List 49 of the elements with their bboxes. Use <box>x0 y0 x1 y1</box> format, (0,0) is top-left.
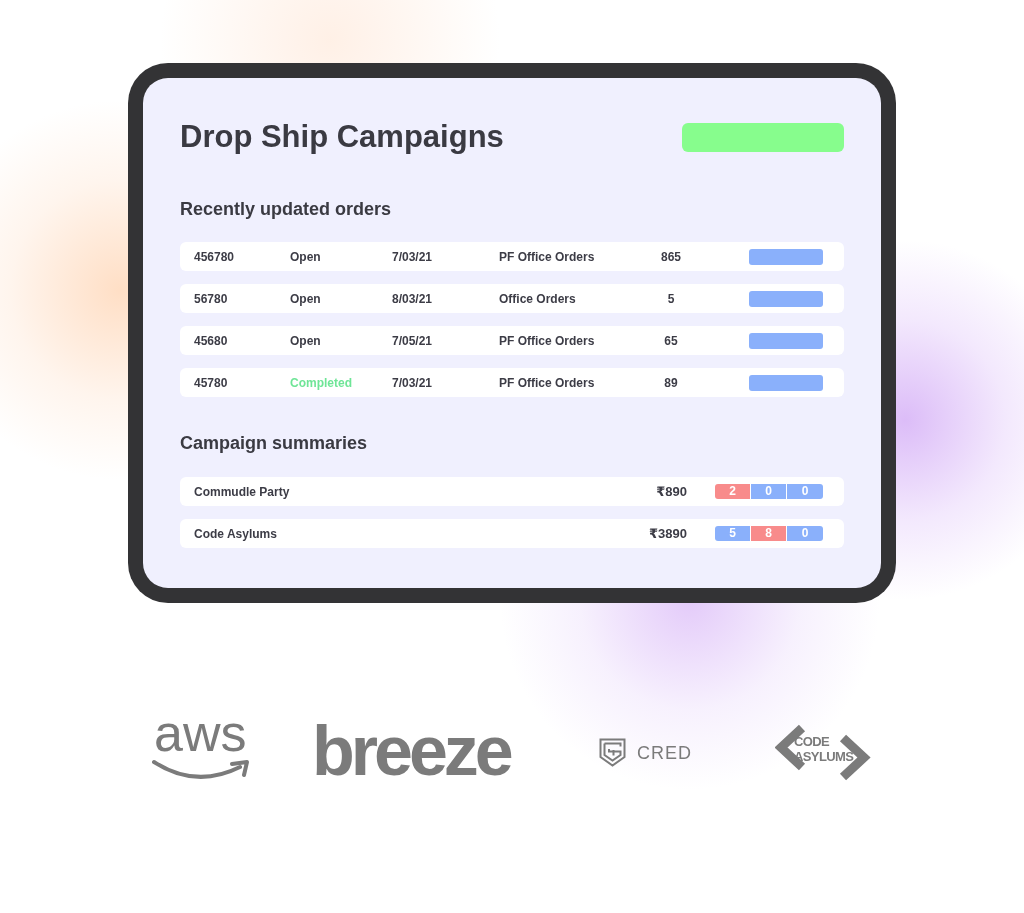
count-badge: 0 <box>787 526 823 541</box>
order-id: 45780 <box>194 375 228 390</box>
order-status: Open <box>290 333 321 348</box>
order-date: 7/03/21 <box>392 375 433 390</box>
order-name: PF Office Orders <box>499 333 595 348</box>
logo-wordmark: CRED <box>637 741 692 764</box>
order-row[interactable]: 56780 Open 8/03/21 Office Orders 5 <box>180 284 844 313</box>
order-row[interactable]: 45680 Open 7/05/21 PF Office Orders 65 <box>180 326 844 355</box>
order-name: PF Office Orders <box>499 375 595 390</box>
logo-wordmark: breeze <box>312 721 512 781</box>
campaign-name: Commudle Party <box>194 484 291 499</box>
order-count: 89 <box>664 375 678 390</box>
page-title: Drop Ship Campaigns <box>180 118 504 156</box>
smile-arrow-icon <box>152 759 250 781</box>
order-name: PF Office Orders <box>499 249 595 264</box>
order-status: Completed <box>290 375 352 390</box>
logo-wordmark: aws <box>153 715 247 751</box>
order-id: 45680 <box>194 333 228 348</box>
count-badge: 0 <box>751 484 786 499</box>
count-badge: 2 <box>715 484 750 499</box>
blank-button[interactable] <box>749 332 823 349</box>
order-row[interactable]: 456780 Open 7/03/21 PF Office Orders 865 <box>180 242 844 271</box>
blank-button[interactable] <box>749 248 823 265</box>
campaign-amount: ₹3890 <box>649 526 687 541</box>
order-row[interactable]: 45780 Completed 7/03/21 PF Office Orders 89 <box>180 368 844 397</box>
order-count: 65 <box>664 333 678 348</box>
summary-row[interactable]: Code Asylums ₹3890 5 8 0 <box>180 519 844 548</box>
blank-button[interactable] <box>749 290 823 307</box>
blank-button[interactable] <box>749 374 823 391</box>
order-status: Open <box>290 291 321 306</box>
section-heading: Campaign summaries <box>180 432 369 454</box>
order-status: Open <box>290 249 321 264</box>
order-date: 7/05/21 <box>392 333 433 348</box>
count-badge: 8 <box>751 526 786 541</box>
campaign-amount: ₹890 <box>656 484 687 499</box>
order-id: 56780 <box>194 291 228 306</box>
order-count: 865 <box>661 249 681 264</box>
count-badge: 5 <box>715 526 750 541</box>
blank-button[interactable] <box>682 122 844 152</box>
order-date: 7/03/21 <box>392 249 433 264</box>
section-heading: Recently updated orders <box>180 198 393 220</box>
summary-row[interactable]: Commudle Party ₹890 2 0 0 <box>180 477 844 506</box>
campaign-name: Code Asylums <box>194 526 278 541</box>
shield-icon <box>599 738 626 767</box>
order-id: 456780 <box>194 249 235 264</box>
order-name: Office Orders <box>499 291 576 306</box>
count-badge: 0 <box>787 484 823 499</box>
order-count: 5 <box>667 291 675 306</box>
order-date: 8/03/21 <box>392 291 433 306</box>
